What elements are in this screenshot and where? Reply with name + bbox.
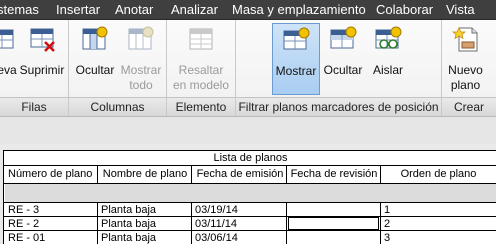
view-background (0, 117, 496, 144)
menu-masa-emplazamiento[interactable]: Masa y emplazamiento (232, 0, 366, 20)
menu-bar: stemas Insertar Anotar Analizar Masa y e… (0, 0, 496, 20)
column-divider (191, 202, 192, 244)
active-cell-editor[interactable] (288, 217, 379, 230)
menu-sistemas[interactable]: stemas (0, 0, 39, 20)
show-placeholders-icon (283, 27, 310, 50)
insert-row-label: eva (0, 63, 17, 77)
menu-colaborar[interactable]: Colaborar (376, 0, 433, 20)
group-crear-label: Crear (453, 100, 484, 114)
new-sheet-label: Nuevo plano (448, 63, 483, 92)
show-placeholders-button[interactable]: Mostrar (272, 23, 320, 95)
cell-numero[interactable]: RE - 01 (8, 232, 45, 244)
column-divider (191, 165, 192, 183)
header-orden-de-plano[interactable]: Orden de plano (380, 168, 496, 180)
cell-numero[interactable]: RE - 2 (8, 218, 39, 230)
row-divider (4, 230, 496, 231)
cell-fecha-emision[interactable]: 03/19/14 (195, 204, 238, 216)
header-fecha-de-emision[interactable]: Fecha de emisión (193, 168, 287, 180)
new-sheet-button[interactable]: Nuevo plano (443, 23, 488, 95)
show-all-columns-icon (128, 26, 154, 50)
column-divider (286, 202, 287, 244)
header-nombre-de-plano[interactable]: Nombre de plano (99, 168, 191, 180)
menu-analizar[interactable]: Analizar (171, 0, 218, 20)
hide-column-label: Ocultar (75, 63, 115, 77)
hide-placeholders-button[interactable]: Ocultar (321, 23, 365, 95)
column-divider (380, 202, 381, 244)
ribbon: eva Suprimir Filas Ocultar Mostrar todo … (0, 20, 496, 117)
insert-row-button[interactable]: eva (0, 23, 18, 95)
highlight-in-model-icon (189, 28, 213, 50)
group-filtrar: Filtrar planos marcadores de posición (236, 97, 441, 116)
group-columnas-label: Columnas (90, 100, 145, 114)
delete-row-label: Suprimir (19, 63, 65, 77)
band-divider (4, 202, 496, 203)
menu-anotar[interactable]: Anotar (115, 0, 153, 20)
group-columnas: Columnas (69, 97, 166, 116)
cell-nombre[interactable]: Planta baja (101, 218, 156, 230)
hide-placeholders-label: Ocultar (323, 63, 363, 77)
group-elemento: Elemento (167, 97, 235, 116)
show-all-columns-label: Mostrar todo (120, 63, 162, 92)
header-numero-de-plano[interactable]: Número de plano (8, 168, 96, 180)
header-fecha-de-revision[interactable]: Fecha de revisión (288, 168, 380, 180)
hide-column-button[interactable]: Ocultar (72, 23, 118, 95)
column-divider (380, 165, 381, 183)
new-sheet-icon (451, 27, 477, 52)
title-divider (4, 165, 496, 166)
show-placeholders-label: Mostrar (275, 64, 317, 78)
group-filas-label: Filas (21, 100, 47, 114)
group-crear: Crear (442, 97, 496, 116)
isolate-placeholders-icon (375, 26, 402, 49)
menu-vista[interactable]: Vista (446, 0, 475, 20)
highlight-in-model-button[interactable]: Resaltar en modelo (169, 23, 233, 95)
cell-orden[interactable]: 1 (384, 204, 390, 216)
column-divider (286, 165, 287, 183)
row-divider (4, 216, 496, 217)
column-divider (97, 165, 98, 183)
hide-placeholders-icon (330, 26, 357, 49)
group-band (5, 184, 496, 202)
insert-row-icon (0, 29, 14, 49)
cell-orden[interactable]: 3 (384, 232, 390, 244)
highlight-in-model-label: Resaltar en modelo (172, 63, 230, 92)
delete-row-button[interactable]: Suprimir (18, 23, 66, 95)
column-divider (97, 202, 98, 244)
delete-row-icon (30, 28, 55, 52)
isolate-placeholders-button[interactable]: Aislar (366, 23, 410, 95)
group-filas: Filas (0, 97, 68, 116)
isolate-placeholders-label: Aislar (372, 63, 403, 77)
cell-fecha-emision[interactable]: 03/06/14 (195, 232, 238, 244)
cell-numero[interactable]: RE - 3 (8, 204, 39, 216)
group-elemento-label: Elemento (175, 100, 227, 114)
revit-window: { "menubar": { "items": ["stemas", "Inse… (0, 0, 496, 244)
cell-fecha-emision[interactable]: 03/11/14 (195, 218, 237, 230)
cell-nombre[interactable]: Planta baja (101, 232, 156, 244)
hide-column-icon (82, 26, 108, 50)
group-filtrar-label: Filtrar planos marcadores de posición (238, 100, 439, 114)
cell-nombre[interactable]: Planta baja (101, 204, 156, 216)
schedule-title: Lista de planos (213, 152, 288, 164)
cell-orden[interactable]: 2 (384, 218, 390, 230)
sheet-list-schedule: Lista de planos Número de plano Nombre d… (3, 150, 496, 244)
show-all-columns-button[interactable]: Mostrar todo (119, 23, 163, 95)
menu-insertar[interactable]: Insertar (56, 0, 100, 20)
